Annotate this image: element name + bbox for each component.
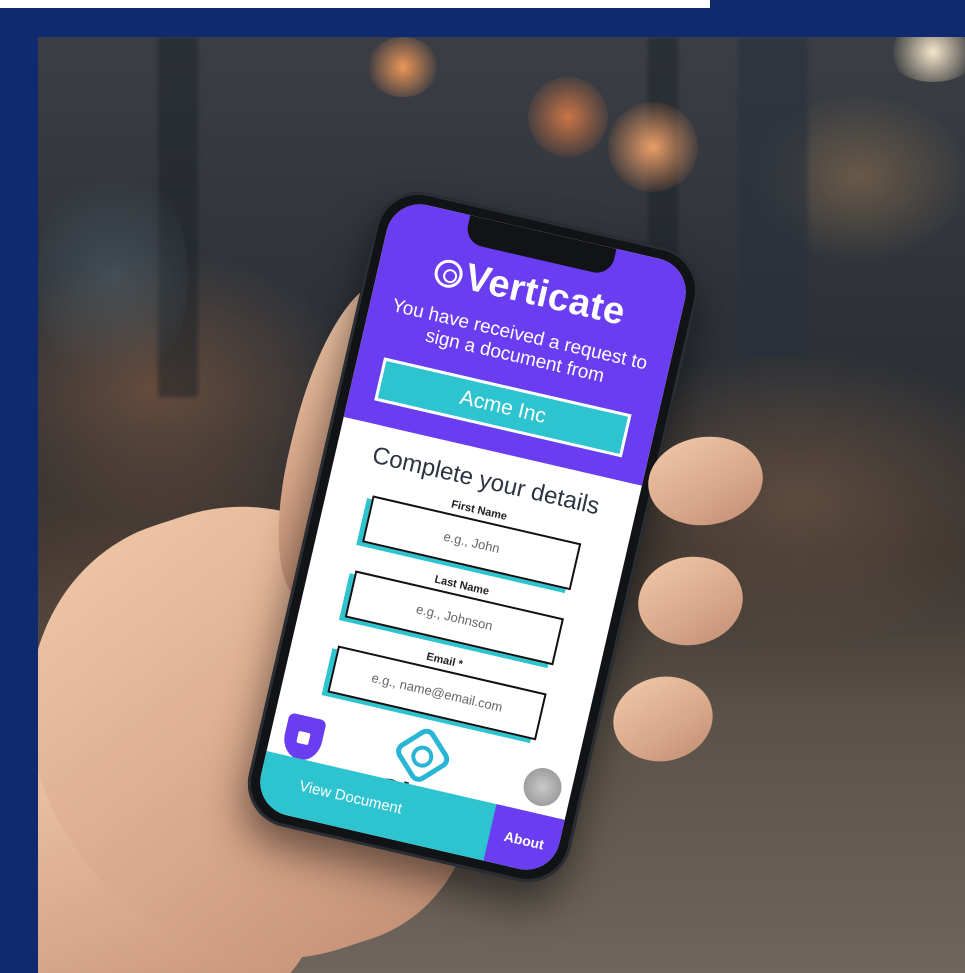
photo-frame: Verticate You have received a request to… [0, 0, 965, 973]
hand-finger [631, 548, 750, 654]
bokeh-light [38, 157, 188, 397]
background-photo: Verticate You have received a request to… [38, 37, 965, 973]
blurred-pillar [738, 37, 808, 357]
bokeh-light [368, 37, 438, 97]
phone-screen: Verticate You have received a request to… [253, 197, 693, 877]
bokeh-light [888, 37, 965, 82]
bokeh-light [528, 77, 608, 157]
verticate-logo-icon [431, 256, 465, 291]
hand-finger [605, 667, 721, 771]
view-document-button[interactable]: View Document [298, 778, 404, 818]
smartphone: Verticate You have received a request to… [239, 183, 707, 891]
bokeh-light [608, 102, 698, 192]
top-white-strip [0, 0, 710, 8]
